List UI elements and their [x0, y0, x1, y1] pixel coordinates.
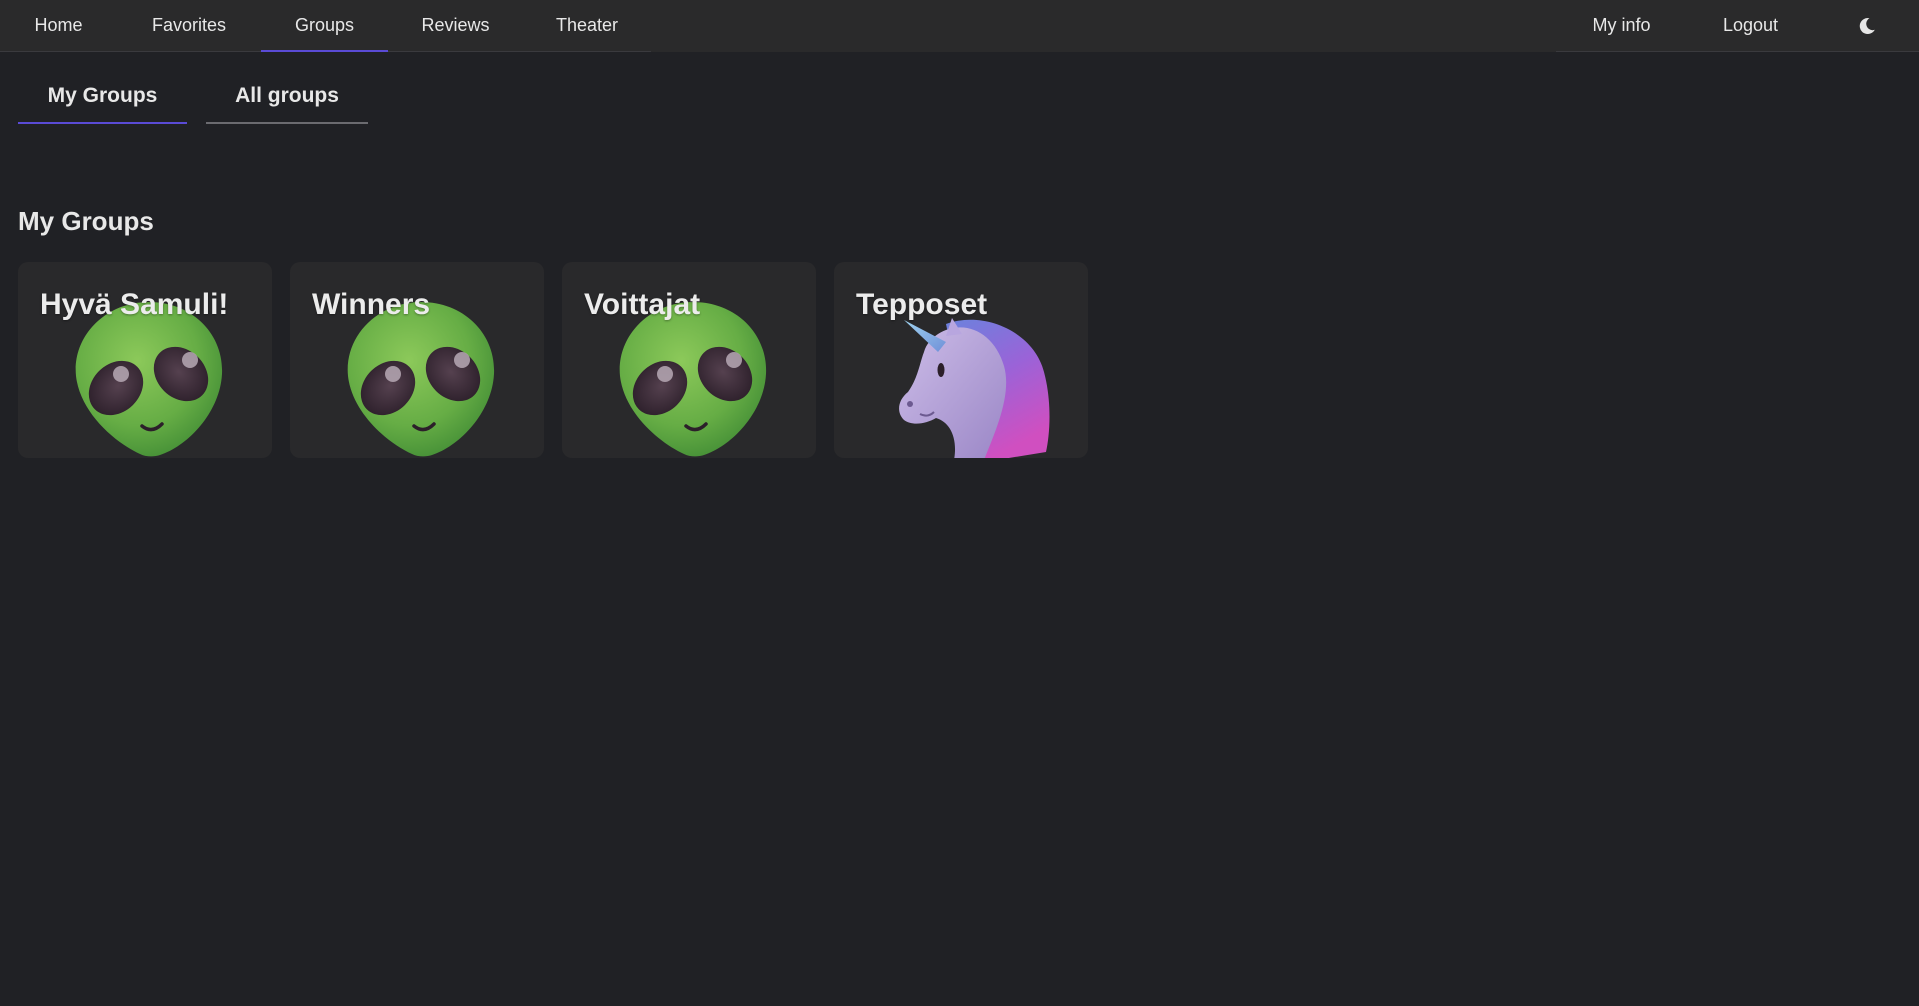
- top-navbar: Home Favorites Groups Reviews Theater My…: [0, 0, 1919, 52]
- group-name: Tepposet: [856, 288, 988, 321]
- group-card[interactable]: Tepposet: [834, 262, 1088, 458]
- user-nav: My info Logout: [1556, 0, 1919, 52]
- nav-reviews[interactable]: Reviews: [388, 0, 523, 52]
- tab-my-groups[interactable]: My Groups: [18, 70, 187, 124]
- moon-icon: [1859, 17, 1875, 34]
- group-name: Voittajat: [584, 288, 701, 321]
- nav-groups[interactable]: Groups: [261, 0, 388, 52]
- nav-home[interactable]: Home: [0, 0, 117, 52]
- nav-theater[interactable]: Theater: [523, 0, 651, 52]
- nav-favorites[interactable]: Favorites: [117, 0, 261, 52]
- tab-all-groups[interactable]: All groups: [206, 70, 368, 124]
- nav-my-info[interactable]: My info: [1556, 0, 1687, 52]
- theme-toggle-button[interactable]: [1814, 0, 1919, 52]
- group-card[interactable]: Winners: [290, 262, 544, 458]
- section-title: My Groups: [18, 206, 154, 236]
- main-nav: Home Favorites Groups Reviews Theater: [0, 0, 651, 52]
- group-card[interactable]: Voittajat: [562, 262, 816, 458]
- nav-logout[interactable]: Logout: [1687, 0, 1814, 52]
- group-name: Hyvä Samuli!: [40, 288, 229, 321]
- group-card[interactable]: Hyvä Samuli!: [18, 262, 272, 458]
- group-name: Winners: [312, 288, 431, 321]
- group-tabs: My Groups All groups: [18, 70, 368, 124]
- group-card-list: Hyvä Samuli! Winners Voittajat Tepposet: [18, 262, 1088, 458]
